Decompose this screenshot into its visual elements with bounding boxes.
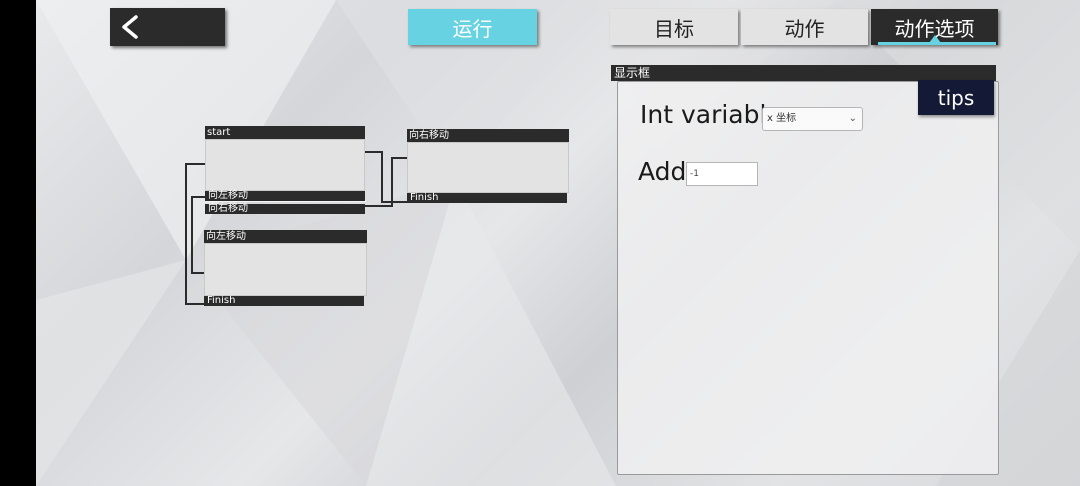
- connector-wire: [365, 205, 392, 207]
- add-label: Add: [638, 157, 687, 186]
- node-start-body[interactable]: [205, 139, 365, 191]
- variable-select-value: x 坐标: [767, 113, 797, 124]
- connector-wire: [391, 157, 393, 207]
- int-variable-label: Int variable: [640, 100, 782, 129]
- connector-wire: [381, 201, 407, 203]
- add-value-input[interactable]: -1: [686, 162, 758, 186]
- variable-select[interactable]: x 坐标 ⌄: [762, 107, 863, 131]
- back-button[interactable]: [110, 8, 225, 46]
- node-move-right-port-finish[interactable]: Finish: [407, 193, 567, 203]
- connector-wire: [191, 272, 205, 274]
- node-move-left-title[interactable]: 向左移动: [204, 230, 367, 243]
- connector-wire: [365, 151, 382, 153]
- node-start-port-right[interactable]: 向右移动: [205, 204, 365, 214]
- tab-target[interactable]: 目标: [610, 9, 738, 45]
- chevron-down-icon: ⌄: [848, 113, 857, 124]
- chevron-left-icon: [122, 15, 138, 39]
- connector-wire: [185, 163, 187, 305]
- left-bar: [0, 0, 36, 486]
- connector-wire: [191, 196, 205, 198]
- options-panel: [617, 81, 999, 475]
- node-move-right-title[interactable]: 向右移动: [407, 129, 569, 142]
- node-start-port-left[interactable]: 向左移动: [205, 191, 365, 201]
- panel-title: 显示框: [611, 65, 996, 81]
- connector-wire: [185, 303, 205, 305]
- connector-wire: [391, 157, 408, 159]
- connector-wire: [185, 163, 205, 165]
- node-move-left-port-finish[interactable]: Finish: [204, 296, 364, 306]
- active-tab-caret: [929, 35, 941, 43]
- tips-button[interactable]: tips: [918, 80, 994, 115]
- node-move-left-body[interactable]: [204, 243, 367, 296]
- connector-wire: [381, 151, 383, 203]
- connector-wire: [191, 196, 193, 274]
- run-button[interactable]: 运行: [408, 9, 537, 45]
- node-move-right-body[interactable]: [407, 142, 569, 193]
- node-start-title[interactable]: start: [205, 126, 365, 139]
- tab-action[interactable]: 动作: [741, 9, 868, 45]
